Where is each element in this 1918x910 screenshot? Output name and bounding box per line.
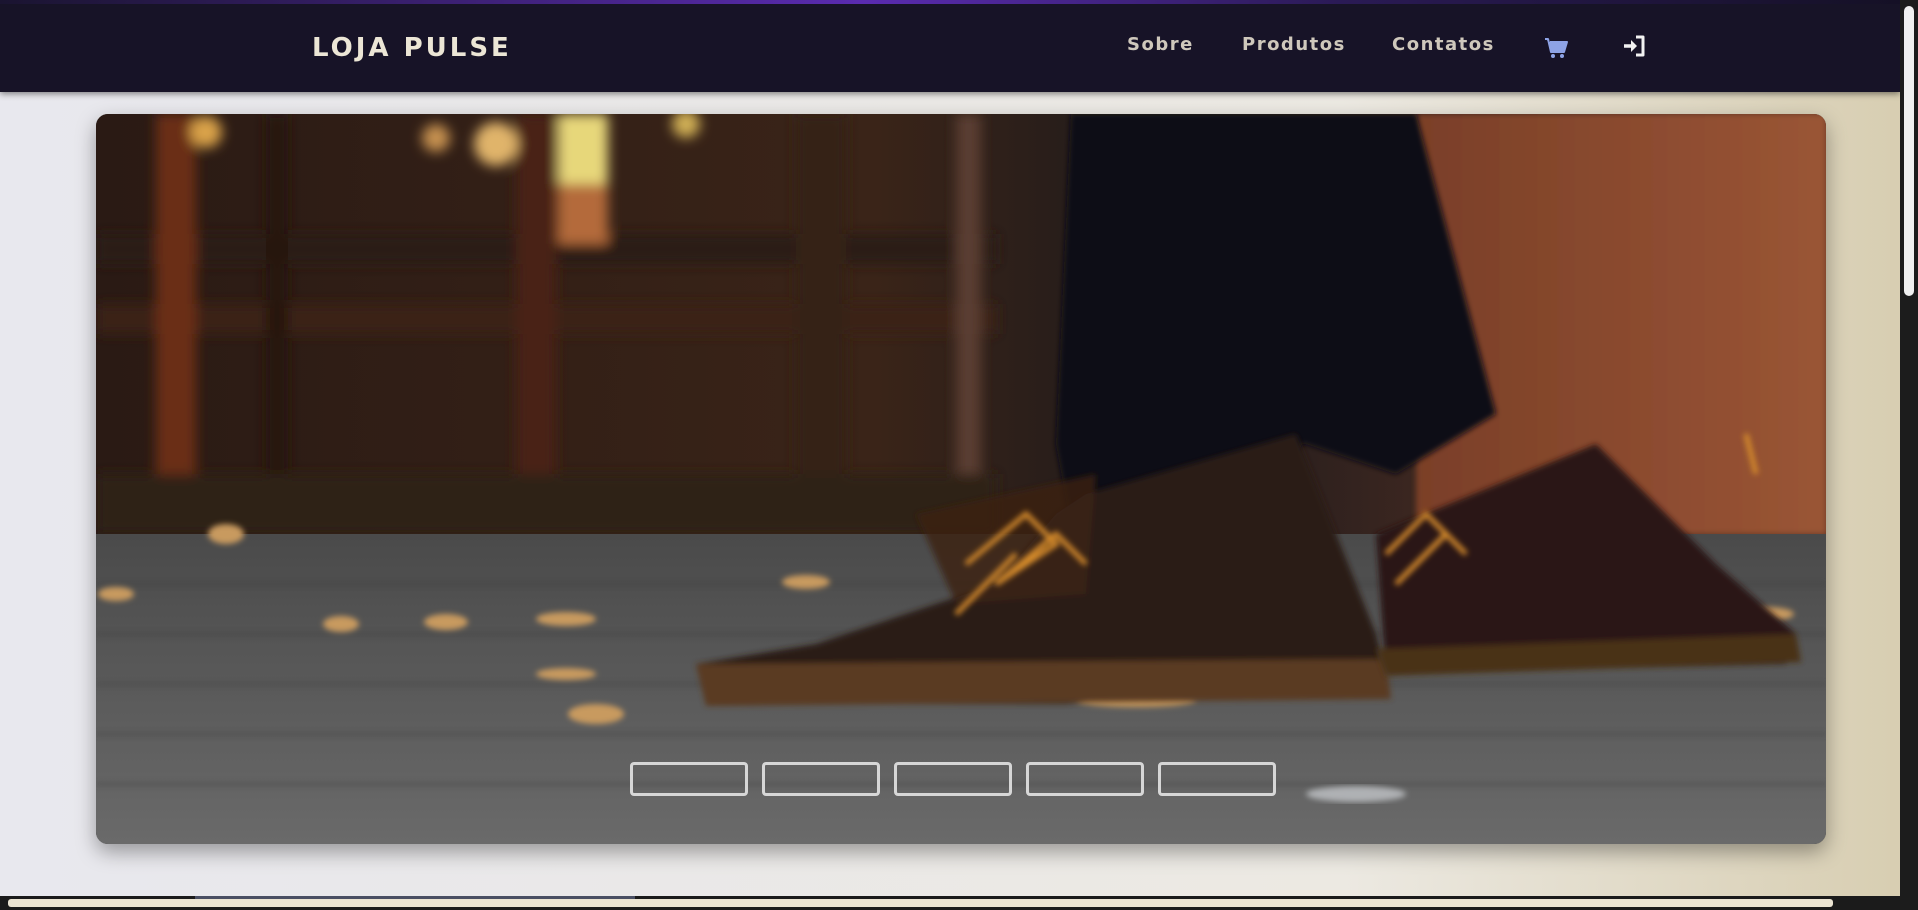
- top-accent-line: [0, 0, 1918, 4]
- brand-logo[interactable]: LOJA PULSE: [312, 33, 512, 63]
- carousel-indicator-2[interactable]: [762, 762, 880, 796]
- carousel-slide-image: [96, 114, 1826, 844]
- navbar: LOJA PULSE Sobre Produtos Contatos: [0, 0, 1900, 92]
- horizontal-scrollbar[interactable]: [0, 896, 1900, 910]
- nav-link-sobre[interactable]: Sobre: [1127, 34, 1194, 55]
- carousel-indicator-3[interactable]: [894, 762, 1012, 796]
- horizontal-scrollbar-thumb[interactable]: [8, 899, 1833, 907]
- nav-link-contatos[interactable]: Contatos: [1392, 34, 1495, 55]
- nav-link-produtos[interactable]: Produtos: [1242, 34, 1346, 55]
- hero-carousel[interactable]: [96, 114, 1826, 844]
- carousel-indicator-4[interactable]: [1026, 762, 1144, 796]
- vertical-scrollbar[interactable]: [1900, 0, 1918, 910]
- shopping-cart-icon[interactable]: [1542, 32, 1570, 60]
- sign-in-icon[interactable]: [1620, 32, 1648, 60]
- carousel-indicator-1[interactable]: [630, 762, 748, 796]
- vertical-scrollbar-thumb[interactable]: [1904, 6, 1914, 296]
- carousel-indicators: [96, 762, 1826, 796]
- carousel-indicator-5[interactable]: [1158, 762, 1276, 796]
